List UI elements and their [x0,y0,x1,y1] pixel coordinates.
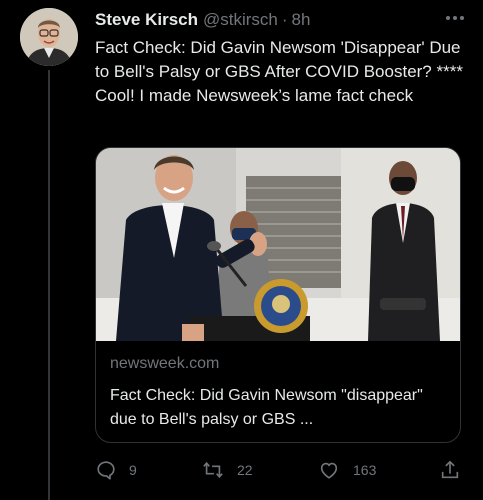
tweet-timestamp[interactable]: 8h [292,9,311,31]
reply-button[interactable]: 9 [95,456,137,484]
thread-line [48,70,50,500]
retweet-icon [203,461,223,479]
reply-count: 9 [129,462,137,478]
retweet-count: 22 [237,462,253,478]
tweet-text: Fact Check: Did Gavin Newsom 'Disappear'… [95,38,463,105]
card-domain: newsweek.com [110,355,220,372]
author-handle[interactable]: @stkirsch [203,9,278,31]
avatar[interactable] [20,8,78,66]
like-button[interactable]: 163 [317,456,376,484]
heart-icon [320,462,338,479]
like-count: 163 [353,462,377,478]
avatar-image [20,8,78,66]
card-image [96,148,460,341]
separator: · [281,10,288,29]
link-card[interactable]: newsweek.com Fact Check: Did Gavin Newso… [95,147,461,443]
author-name[interactable]: Steve Kirsch [95,9,198,31]
tweet-header: Steve Kirsch @stkirsch · 8h [95,9,471,31]
card-title: Fact Check: Did Gavin Newsom "disappear"… [110,387,423,428]
tweet-actions: 9 22 163 [95,456,465,484]
retweet-button[interactable]: 22 [201,456,253,484]
reply-icon [97,461,115,480]
share-icon [441,460,459,479]
more-horizontal-icon[interactable] [443,9,467,27]
share-button[interactable] [439,456,473,484]
